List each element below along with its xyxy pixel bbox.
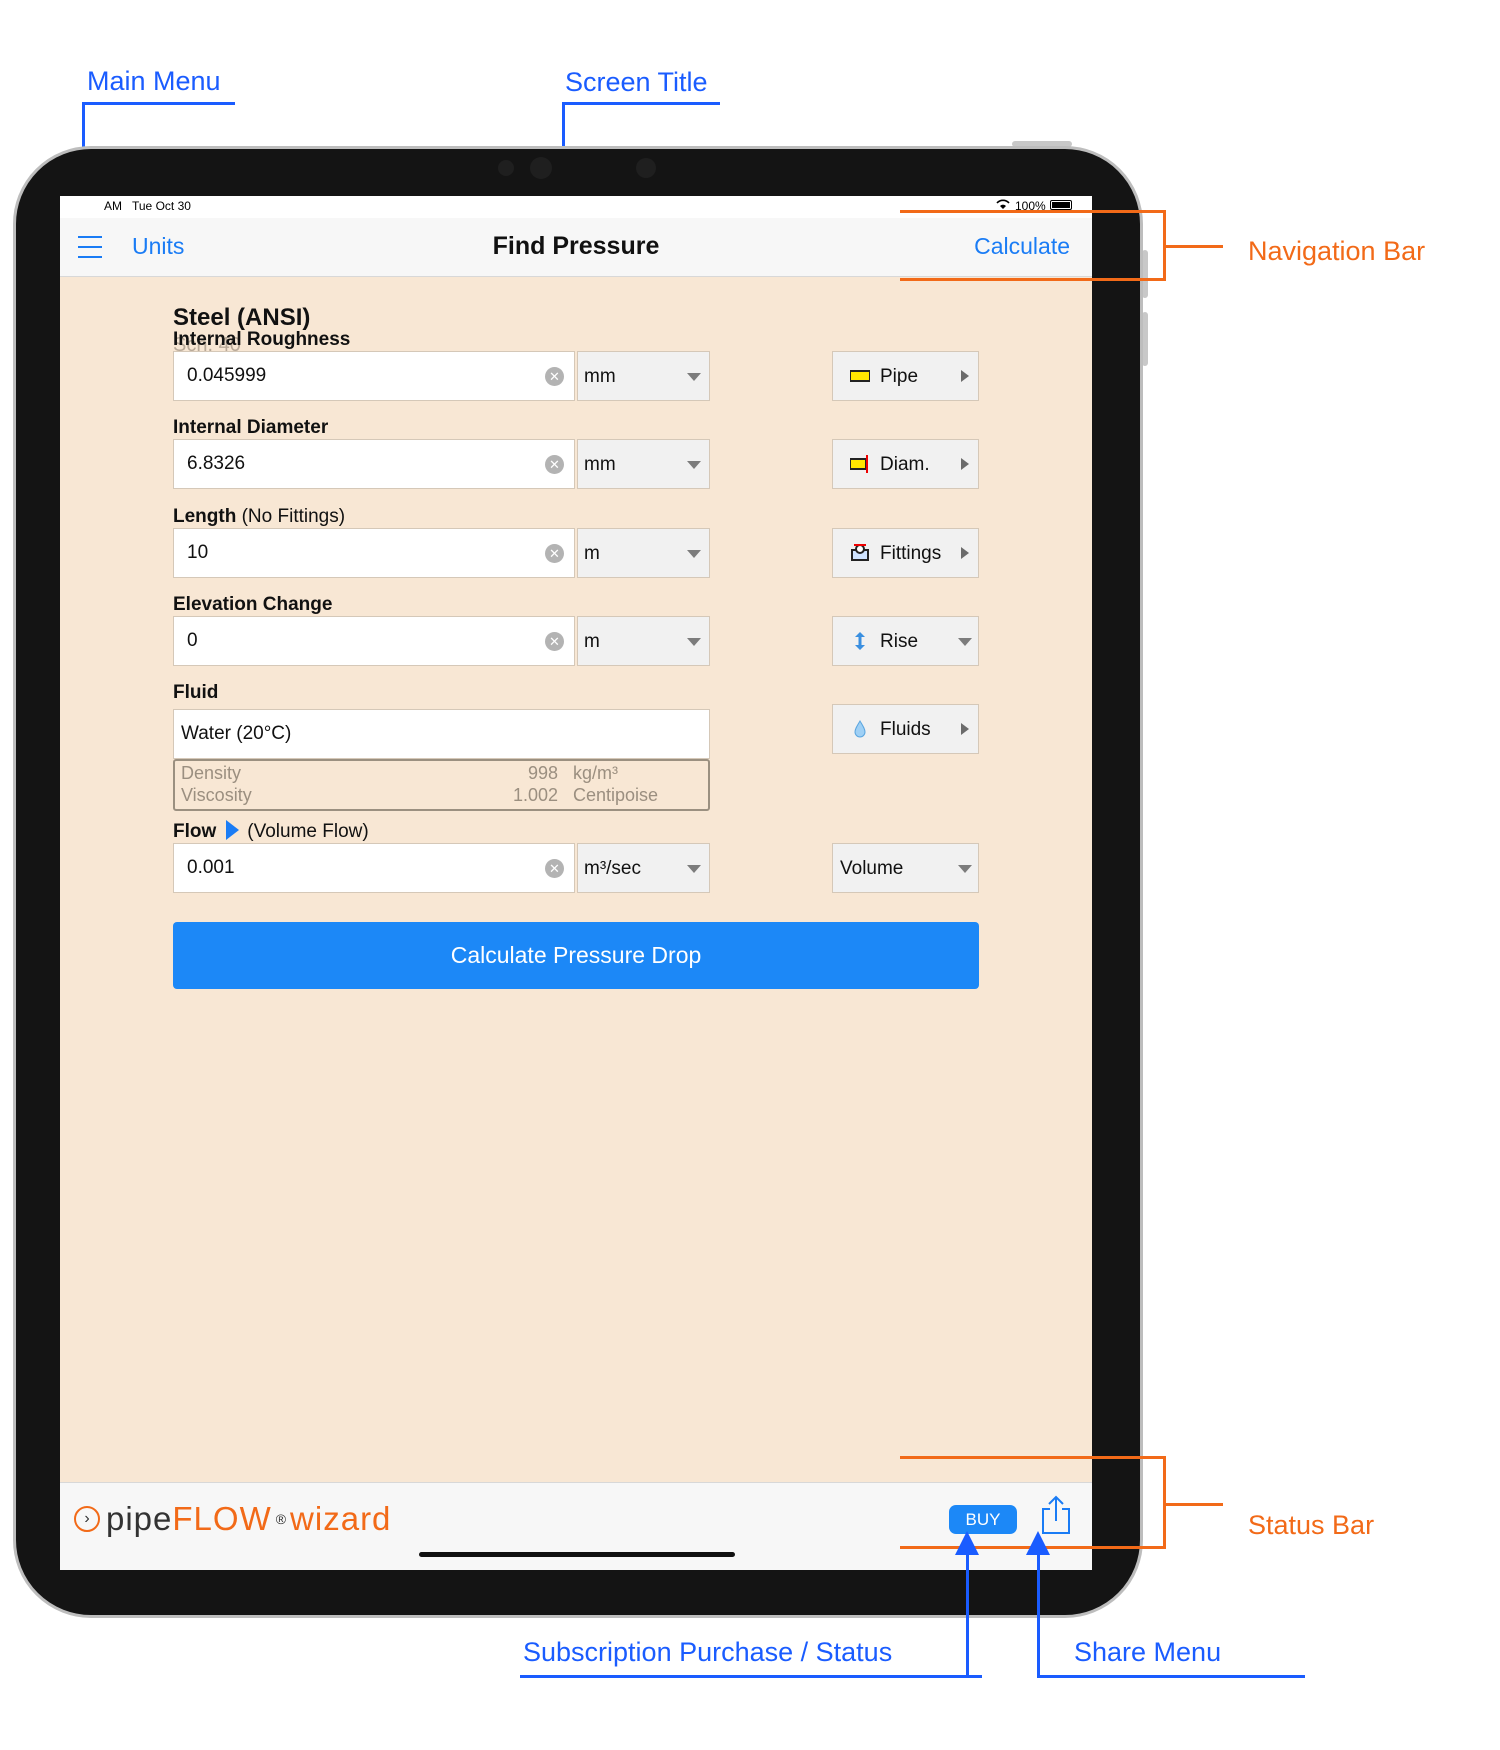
main-menu-underline	[82, 102, 235, 105]
share-icon[interactable]	[1039, 1495, 1073, 1535]
status-bar-bracket-leader	[1163, 1503, 1223, 1506]
diameter-input[interactable]: 6.8326 ✕	[173, 439, 575, 489]
navigation-bar: Units Find Pressure Calculate	[60, 218, 1092, 277]
share-menu-annotation: Share Menu	[1074, 1637, 1222, 1667]
subscription-annotation: Subscription Purchase / Status	[523, 1637, 893, 1667]
status-date: Tue Oct 30	[132, 199, 191, 213]
chevron-down-icon	[687, 865, 701, 873]
roughness-unit-select[interactable]: mm	[577, 351, 710, 401]
diameter-button[interactable]: Diam.	[832, 439, 979, 489]
clear-icon[interactable]: ✕	[545, 367, 564, 386]
clear-icon[interactable]: ✕	[545, 632, 564, 651]
status-bar-annotation: Status Bar	[1248, 1510, 1375, 1540]
diameter-icon	[849, 455, 870, 473]
navigation-bar-annotation: Navigation Bar	[1248, 236, 1426, 266]
elevation-input[interactable]: 0 ✕	[173, 616, 575, 666]
chevron-right-icon	[961, 458, 969, 470]
navigation-bar-bracket-bottom	[900, 278, 1166, 281]
share-menu-underline	[1049, 1675, 1305, 1678]
ios-status-bar: AM Tue Oct 30 100%	[60, 196, 1092, 218]
rise-select[interactable]: Rise	[832, 616, 979, 666]
elevation-label: Elevation Change	[173, 594, 333, 615]
flow-label: Flow (Volume Flow)	[173, 820, 369, 842]
subscription-pointer	[966, 1553, 969, 1678]
length-unit-select[interactable]: m	[577, 528, 710, 578]
density-unit: kg/m³	[573, 763, 618, 783]
clear-icon[interactable]: ✕	[545, 859, 564, 878]
chevron-down-icon	[687, 461, 701, 469]
flow-type-select[interactable]: Volume	[832, 843, 979, 893]
density-label: Density	[181, 763, 242, 783]
chevron-right-icon	[961, 723, 969, 735]
fluids-button[interactable]: Fluids	[832, 704, 979, 754]
home-indicator	[419, 1552, 735, 1557]
diameter-unit-select[interactable]: mm	[577, 439, 710, 489]
clear-icon[interactable]: ✕	[545, 544, 564, 563]
pipe-button[interactable]: Pipe	[832, 351, 979, 401]
main-menu-annotation: Main Menu	[87, 66, 221, 96]
viscosity-label: Viscosity	[181, 785, 252, 805]
wifi-icon	[995, 198, 1011, 210]
share-menu-arrow	[1026, 1531, 1050, 1555]
chevron-right-icon	[961, 370, 969, 382]
fluid-field[interactable]: Water (20°C)	[173, 709, 710, 759]
subscription-arrow	[955, 1531, 979, 1555]
pipe-flow-wizard-logo: › pipe FLOW ® wizard	[74, 1499, 391, 1539]
pipe-material: Steel (ANSI)	[173, 304, 311, 331]
chevron-right-icon	[961, 547, 969, 559]
chevron-right-icon: ›	[74, 1506, 100, 1532]
sensor-dot	[498, 160, 514, 176]
roughness-label: Internal Roughness	[173, 329, 351, 350]
calculate-nav-button[interactable]: Calculate	[974, 233, 1070, 260]
share-menu-pointer	[1037, 1553, 1040, 1678]
share-menu-connector	[1037, 1675, 1052, 1678]
screen-title-underline	[562, 102, 720, 105]
battery-icon	[1050, 200, 1072, 210]
fluid-label: Fluid	[173, 682, 219, 703]
density-value: 998	[527, 763, 558, 783]
diameter-label: Internal Diameter	[173, 417, 329, 438]
chevron-down-icon	[687, 638, 701, 646]
flow-input[interactable]: 0.001 ✕	[173, 843, 575, 893]
viscosity-value: 1.002	[512, 785, 558, 805]
length-input[interactable]: 10 ✕	[173, 528, 575, 578]
calculate-pressure-drop-button[interactable]: Calculate Pressure Drop	[173, 922, 979, 989]
navigation-bar-bracket-top	[900, 210, 1166, 213]
status-time: AM	[104, 199, 122, 213]
chevron-down-icon	[687, 373, 701, 381]
chevron-down-icon	[958, 638, 972, 646]
status-bar: › pipe FLOW ® wizard BUY	[60, 1482, 1092, 1570]
length-label: Length (No Fittings)	[173, 506, 346, 527]
fluid-properties: Density 998 kg/m³ Viscosity 1.002 Centip…	[173, 759, 710, 811]
status-bar-bracket-top	[900, 1456, 1166, 1459]
subscription-underline	[520, 1675, 982, 1678]
screen-title: Find Pressure	[492, 232, 660, 260]
pipe-icon	[849, 367, 871, 385]
sensor-dot-right	[636, 158, 656, 178]
flow-unit-select[interactable]: m³/sec	[577, 843, 710, 893]
chevron-down-icon	[958, 865, 972, 873]
front-camera	[530, 157, 552, 179]
viscosity-unit: Centipoise	[573, 785, 659, 805]
buy-button[interactable]: BUY	[949, 1505, 1017, 1534]
navigation-bar-bracket-leader	[1163, 245, 1223, 248]
elevation-unit-select[interactable]: m	[577, 616, 710, 666]
fittings-button[interactable]: Fittings	[832, 528, 979, 578]
chevron-down-icon	[687, 550, 701, 558]
screen-title-annotation: Screen Title	[565, 67, 708, 97]
fittings-icon	[850, 544, 870, 562]
water-drop-icon	[850, 720, 870, 738]
roughness-input[interactable]: 0.045999 ✕	[173, 351, 575, 401]
app-screen: AM Tue Oct 30 100% Units Find Pressure C…	[60, 196, 1092, 1570]
rise-arrow-icon	[850, 632, 870, 650]
clear-icon[interactable]: ✕	[545, 455, 564, 474]
play-icon[interactable]	[226, 820, 240, 840]
